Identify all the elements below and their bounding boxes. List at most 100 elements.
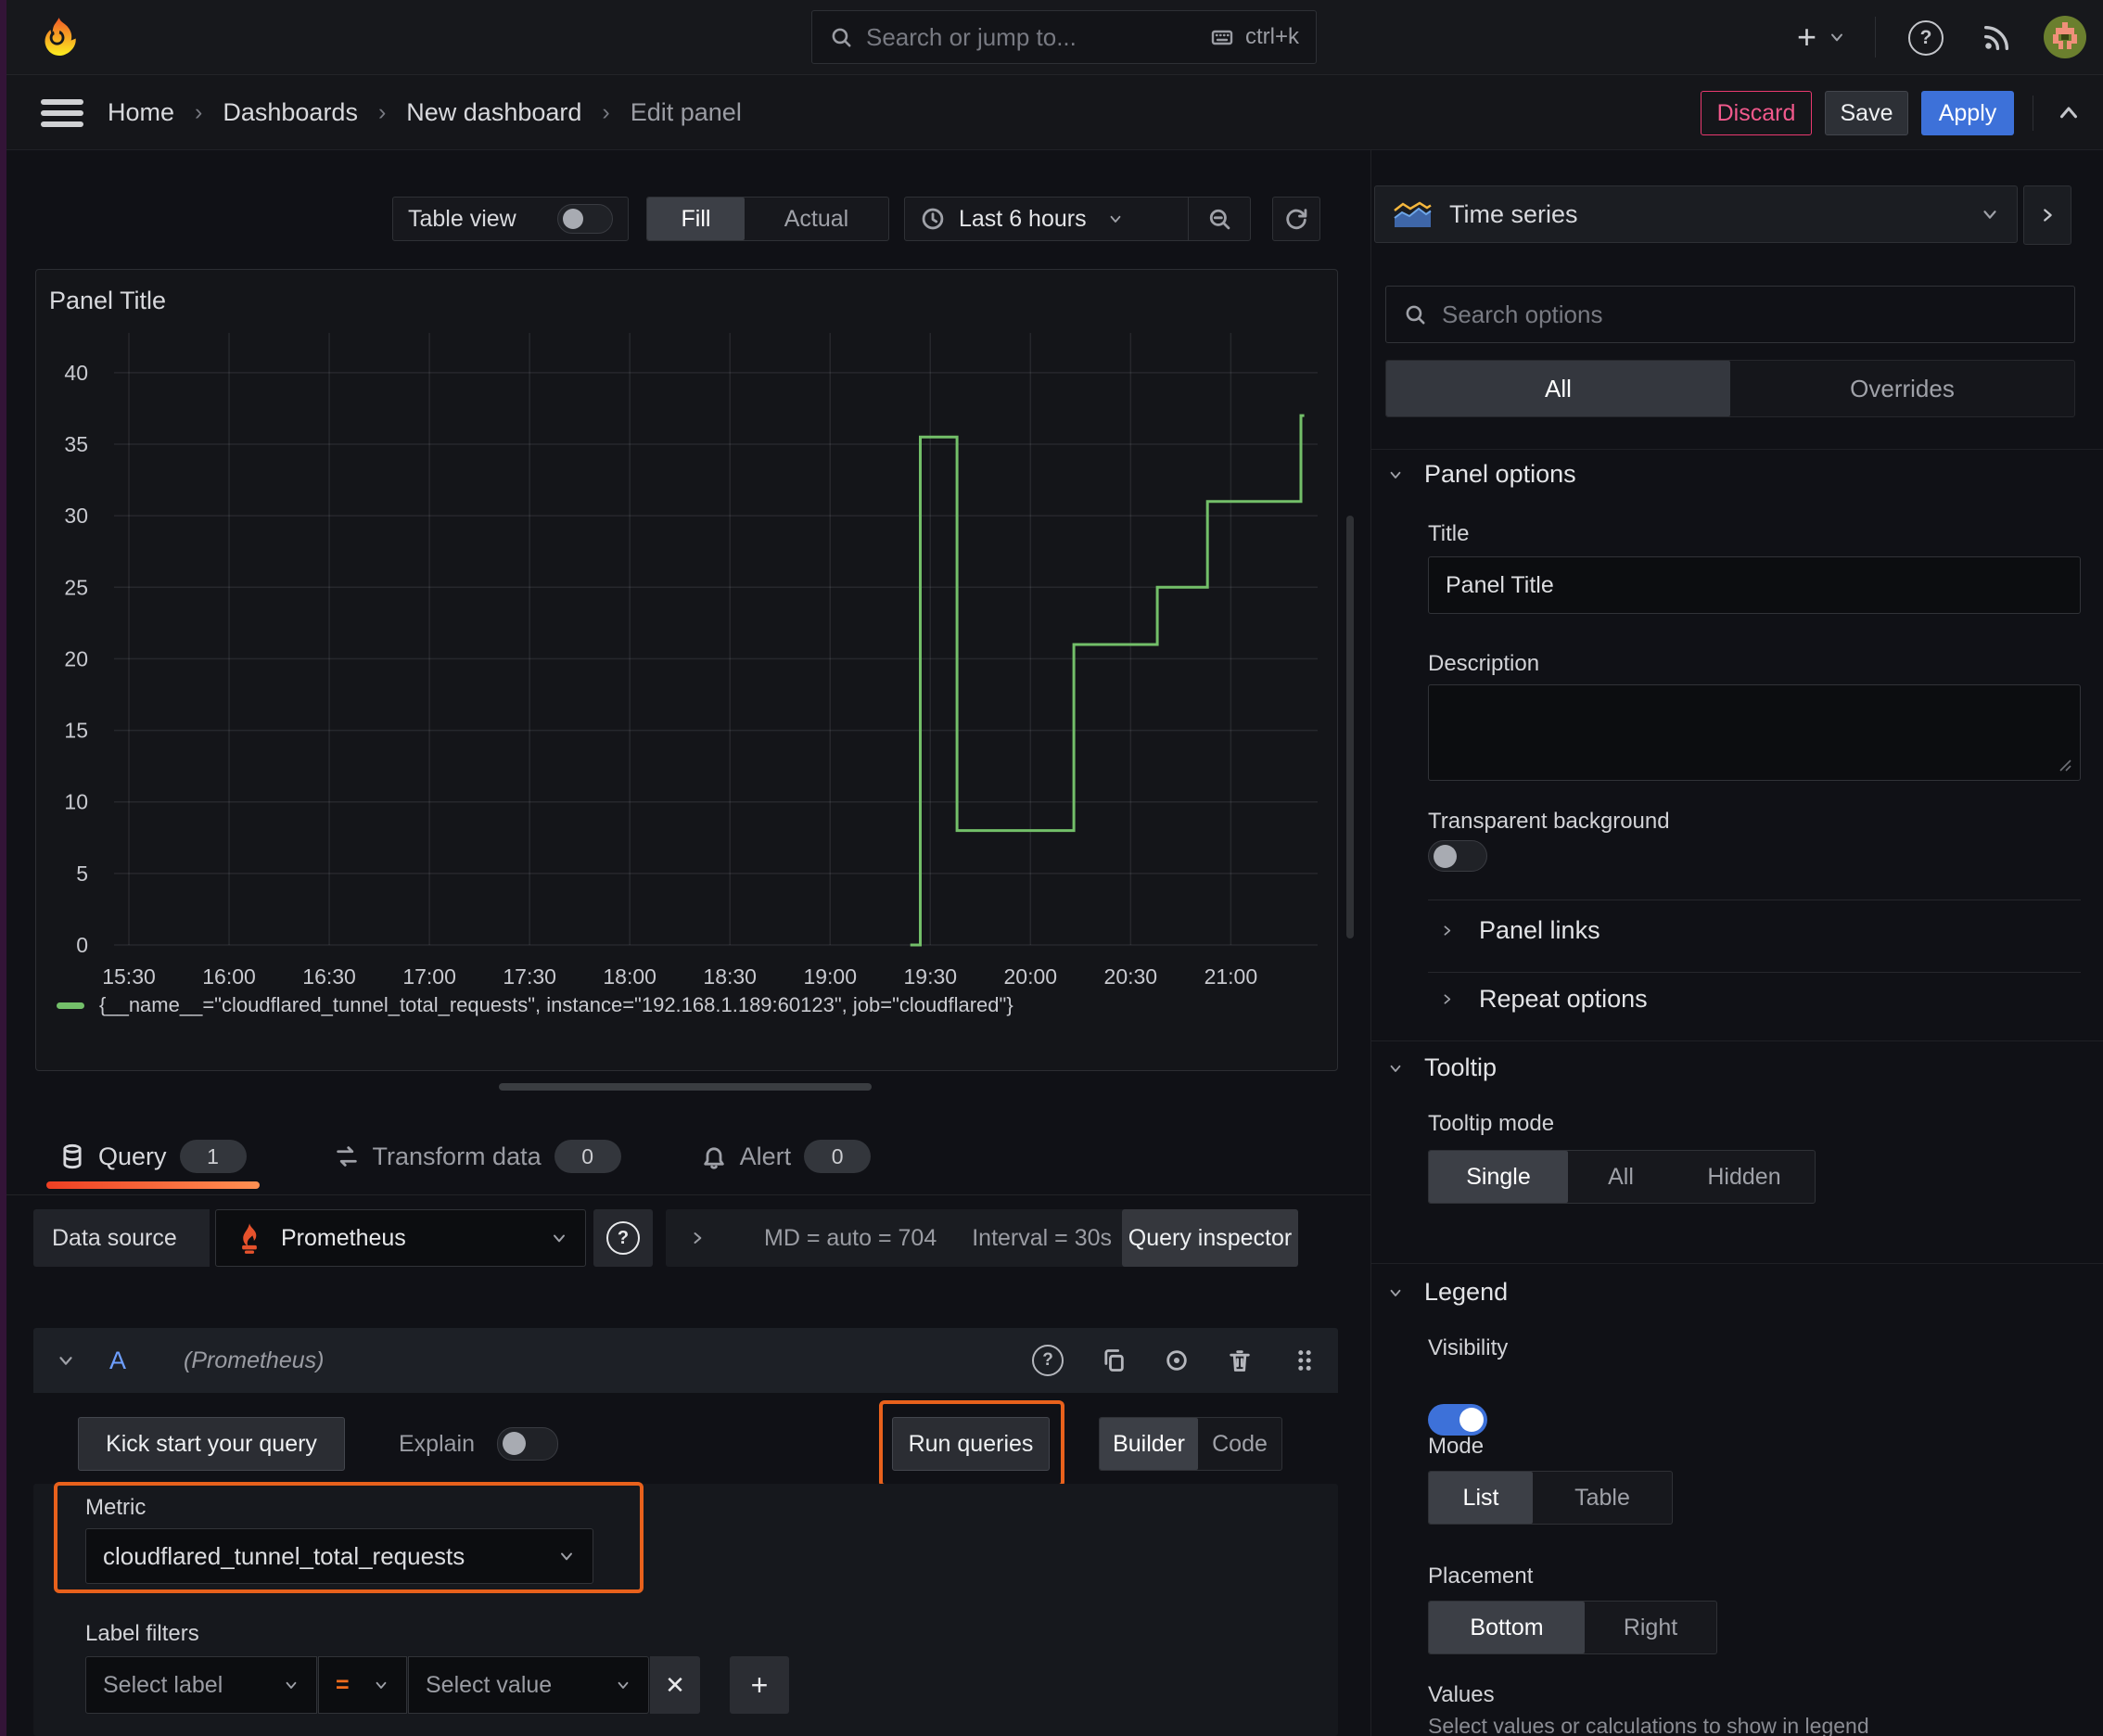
tooltip-mode-hidden[interactable]: Hidden bbox=[1674, 1151, 1815, 1203]
remove-filter-button[interactable]: ✕ bbox=[650, 1656, 700, 1714]
datasource-select[interactable]: Prometheus bbox=[215, 1209, 586, 1267]
discard-button[interactable]: Discard bbox=[1701, 91, 1812, 135]
disable-query-button[interactable] bbox=[1164, 1347, 1190, 1373]
duplicate-query-button[interactable] bbox=[1101, 1347, 1127, 1373]
chevron-down-icon bbox=[557, 1547, 576, 1565]
svg-text:18:30: 18:30 bbox=[703, 964, 757, 989]
news-rss-button[interactable] bbox=[1981, 22, 2012, 54]
panel-title-input[interactable]: Panel Title bbox=[1428, 556, 2081, 614]
table-view-control: Table view bbox=[392, 197, 629, 241]
svg-text:20:30: 20:30 bbox=[1104, 964, 1158, 989]
options-search-placeholder: Search options bbox=[1442, 300, 1603, 328]
legend-placement-right[interactable]: Right bbox=[1585, 1602, 1716, 1653]
tab-transform-data[interactable]: Transform data 0 bbox=[328, 1140, 627, 1173]
tab-query[interactable]: Query 1 bbox=[46, 1124, 260, 1189]
visualization-picker[interactable]: Time series bbox=[1374, 185, 2018, 243]
builder-option[interactable]: Builder bbox=[1100, 1418, 1198, 1470]
fill-option[interactable]: Fill bbox=[647, 198, 745, 240]
code-option[interactable]: Code bbox=[1198, 1418, 1281, 1470]
time-series-chart[interactable]: 0 5 10 15 20 25 30 35 40 15:30 16:00 16:30 17:00 17:3… bbox=[36, 307, 1339, 998]
svg-text:16:30: 16:30 bbox=[302, 964, 356, 989]
tooltip-header[interactable]: Tooltip bbox=[1387, 1053, 1497, 1082]
refresh-button[interactable] bbox=[1272, 197, 1320, 241]
transparent-bg-toggle[interactable] bbox=[1428, 840, 1487, 872]
transparent-bg-label: Transparent background bbox=[1428, 809, 1670, 834]
new-menu-button[interactable]: + bbox=[1797, 19, 1846, 56]
table-view-toggle[interactable] bbox=[557, 204, 613, 234]
svg-text:15:30: 15:30 bbox=[102, 964, 156, 989]
panel-links-header[interactable]: Panel links bbox=[1439, 916, 1600, 945]
section-divider bbox=[1371, 449, 2103, 450]
collapse-options-button[interactable] bbox=[2053, 99, 2084, 127]
actual-option[interactable]: Actual bbox=[745, 198, 888, 240]
breadcrumb-dashboards[interactable]: Dashboards bbox=[223, 98, 358, 127]
grafana-logo-icon[interactable] bbox=[37, 13, 80, 61]
operator-value: = bbox=[336, 1671, 350, 1698]
tab-overrides[interactable]: Overrides bbox=[1730, 361, 2074, 416]
tab-transform-label: Transform data bbox=[372, 1142, 542, 1170]
tooltip-mode-single[interactable]: Single bbox=[1429, 1151, 1568, 1203]
query-row-header[interactable]: A (Prometheus) ? bbox=[33, 1328, 1338, 1393]
svg-text:16:00: 16:00 bbox=[202, 964, 256, 989]
plus-icon: + bbox=[1797, 18, 1817, 56]
query-help-button[interactable]: ? bbox=[1032, 1345, 1064, 1376]
tooltip-mode-all[interactable]: All bbox=[1568, 1151, 1674, 1203]
user-avatar[interactable] bbox=[2044, 16, 2086, 58]
svg-text:18:00: 18:00 bbox=[603, 964, 656, 989]
svg-text:15: 15 bbox=[64, 719, 88, 743]
delete-query-button[interactable] bbox=[1227, 1347, 1253, 1373]
drag-handle[interactable] bbox=[1294, 1347, 1316, 1373]
description-textarea[interactable] bbox=[1428, 684, 2081, 781]
metric-select[interactable]: cloudflared_tunnel_total_requests bbox=[85, 1528, 593, 1584]
chevron-down-icon[interactable] bbox=[56, 1350, 76, 1371]
legend-mode-table[interactable]: Table bbox=[1533, 1472, 1672, 1524]
legend-placement-bottom[interactable]: Bottom bbox=[1429, 1602, 1585, 1653]
operator-dropdown[interactable]: = bbox=[318, 1656, 407, 1714]
apply-button[interactable]: Apply bbox=[1921, 91, 2014, 135]
datasource-name: Prometheus bbox=[281, 1224, 406, 1251]
chevron-right-icon: › bbox=[602, 99, 610, 125]
panel-options-header[interactable]: Panel options bbox=[1387, 460, 1576, 489]
explain-toggle[interactable] bbox=[497, 1427, 558, 1461]
run-queries-button[interactable]: Run queries bbox=[892, 1417, 1050, 1471]
kick-start-query-button[interactable]: Kick start your query bbox=[78, 1417, 345, 1471]
zoom-out-icon bbox=[1209, 209, 1230, 230]
select-value-dropdown[interactable]: Select value bbox=[408, 1656, 649, 1714]
global-search[interactable]: Search or jump to... ctrl+k bbox=[811, 10, 1317, 64]
tooltip-mode-label: Tooltip mode bbox=[1428, 1111, 1555, 1136]
top-nav: Search or jump to... ctrl+k + ? bbox=[0, 0, 2103, 75]
legend-header[interactable]: Legend bbox=[1387, 1278, 1508, 1307]
chart-legend[interactable]: {__name__="cloudflared_tunnel_total_requ… bbox=[57, 993, 1013, 1017]
legend-placement-group: Bottom Right bbox=[1428, 1601, 1717, 1654]
legend-visibility-toggle[interactable] bbox=[1428, 1404, 1487, 1436]
vertical-scrollbar[interactable] bbox=[1346, 516, 1354, 938]
svg-text:17:00: 17:00 bbox=[402, 964, 456, 989]
legend-values-label: Values bbox=[1428, 1682, 1495, 1707]
select-value-placeholder: Select value bbox=[426, 1671, 553, 1698]
menu-toggle-button[interactable] bbox=[41, 99, 83, 127]
svg-text:21:00: 21:00 bbox=[1204, 964, 1258, 989]
breadcrumb-new-dashboard[interactable]: New dashboard bbox=[406, 98, 581, 127]
breadcrumb-home[interactable]: Home bbox=[108, 98, 174, 127]
explain-control: Explain bbox=[399, 1417, 558, 1471]
options-search-input[interactable]: Search options bbox=[1385, 286, 2075, 343]
query-inspector-button[interactable]: Query inspector bbox=[1122, 1209, 1298, 1267]
save-button[interactable]: Save bbox=[1825, 91, 1908, 135]
fill-actual-group: Fill Actual bbox=[646, 197, 889, 241]
help-icon: ? bbox=[1032, 1345, 1064, 1376]
tab-alert[interactable]: Alert 0 bbox=[695, 1140, 877, 1173]
zoom-out-button[interactable] bbox=[1189, 198, 1250, 240]
help-button[interactable]: ? bbox=[1908, 20, 1944, 56]
resize-drag-handle[interactable] bbox=[499, 1083, 872, 1091]
legend-mode-list[interactable]: List bbox=[1429, 1472, 1533, 1524]
chevron-right-icon[interactable] bbox=[688, 1229, 707, 1247]
repeat-options-header[interactable]: Repeat options bbox=[1439, 985, 1648, 1014]
tab-all[interactable]: All bbox=[1386, 361, 1730, 416]
tab-query-label: Query bbox=[98, 1142, 167, 1170]
add-filter-button[interactable]: + bbox=[730, 1656, 789, 1714]
title-label: Title bbox=[1428, 521, 1470, 546]
time-range-button[interactable]: Last 6 hours bbox=[905, 206, 1188, 233]
datasource-help-button[interactable]: ? bbox=[593, 1209, 653, 1267]
select-label-dropdown[interactable]: Select label bbox=[85, 1656, 317, 1714]
collapse-pane-button[interactable] bbox=[2023, 185, 2071, 245]
